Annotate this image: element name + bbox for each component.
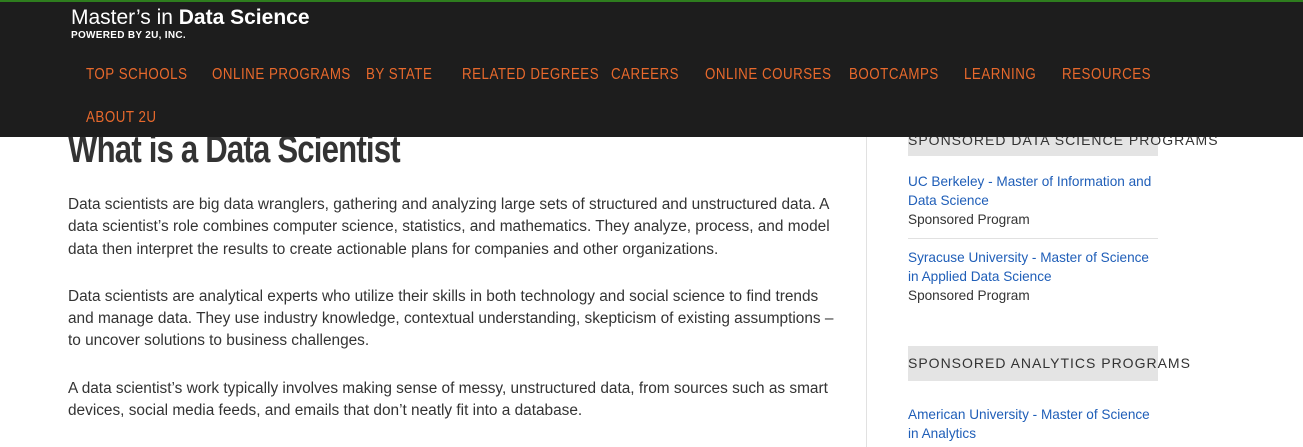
column-divider (866, 120, 867, 447)
brand-title-prefix: Master’s in (71, 6, 179, 29)
paragraph-1: Data scientists are big data wranglers, … (68, 196, 830, 258)
nav-online-programs[interactable]: ONLINE PROGRAMS (212, 66, 351, 84)
nav-bootcamps[interactable]: BOOTCAMPS (849, 66, 939, 84)
site-logo[interactable]: Master’s in Data Science POWERED BY 2U, … (71, 6, 310, 41)
nav-related-degrees[interactable]: RELATED DEGREES (462, 66, 599, 84)
program-link-uc-berkeley[interactable]: UC Berkeley - Master of Information and … (908, 172, 1158, 210)
brand-title: Master’s in Data Science (71, 6, 310, 30)
nav-by-state[interactable]: BY STATE (366, 66, 432, 84)
nav-top-schools[interactable]: TOP SCHOOLS (86, 66, 187, 84)
brand-tagline: POWERED BY 2U, INC. (71, 30, 186, 41)
site-header: Master’s in Data Science POWERED BY 2U, … (0, 0, 1303, 137)
main-content: What is a Data Scientist Data scientists… (68, 124, 838, 422)
program-label: Sponsored Program (908, 212, 1030, 227)
sidebar-heading-analytics: SPONSORED ANALYTICS PROGRAMS (908, 346, 1190, 381)
nav-learning[interactable]: LEARNING (964, 66, 1036, 84)
paragraph-2: Data scientists are analytical experts w… (68, 287, 834, 350)
sponsored-program: American University - Master of Science … (908, 405, 1158, 447)
sidebar: SPONSORED DATA SCIENCE PROGRAMS UC Berke… (908, 118, 1218, 447)
nav-resources[interactable]: RESOURCES (1062, 66, 1151, 84)
sponsored-program: Syracuse University - Master of Science … (908, 239, 1158, 314)
nav-online-courses[interactable]: ONLINE COURSES (705, 66, 831, 84)
program-link-american-university[interactable]: American University - Master of Science … (908, 405, 1158, 443)
program-label: Sponsored Program (908, 288, 1030, 303)
program-link-syracuse[interactable]: Syracuse University - Master of Science … (908, 248, 1158, 286)
sponsored-program: UC Berkeley - Master of Information and … (908, 172, 1158, 239)
paragraph-3: A data scientist’s work typically involv… (68, 379, 828, 420)
nav-careers[interactable]: CAREERS (611, 66, 679, 84)
nav-about-2u[interactable]: ABOUT 2U (86, 109, 157, 127)
brand-title-strong: Data Science (178, 6, 310, 29)
